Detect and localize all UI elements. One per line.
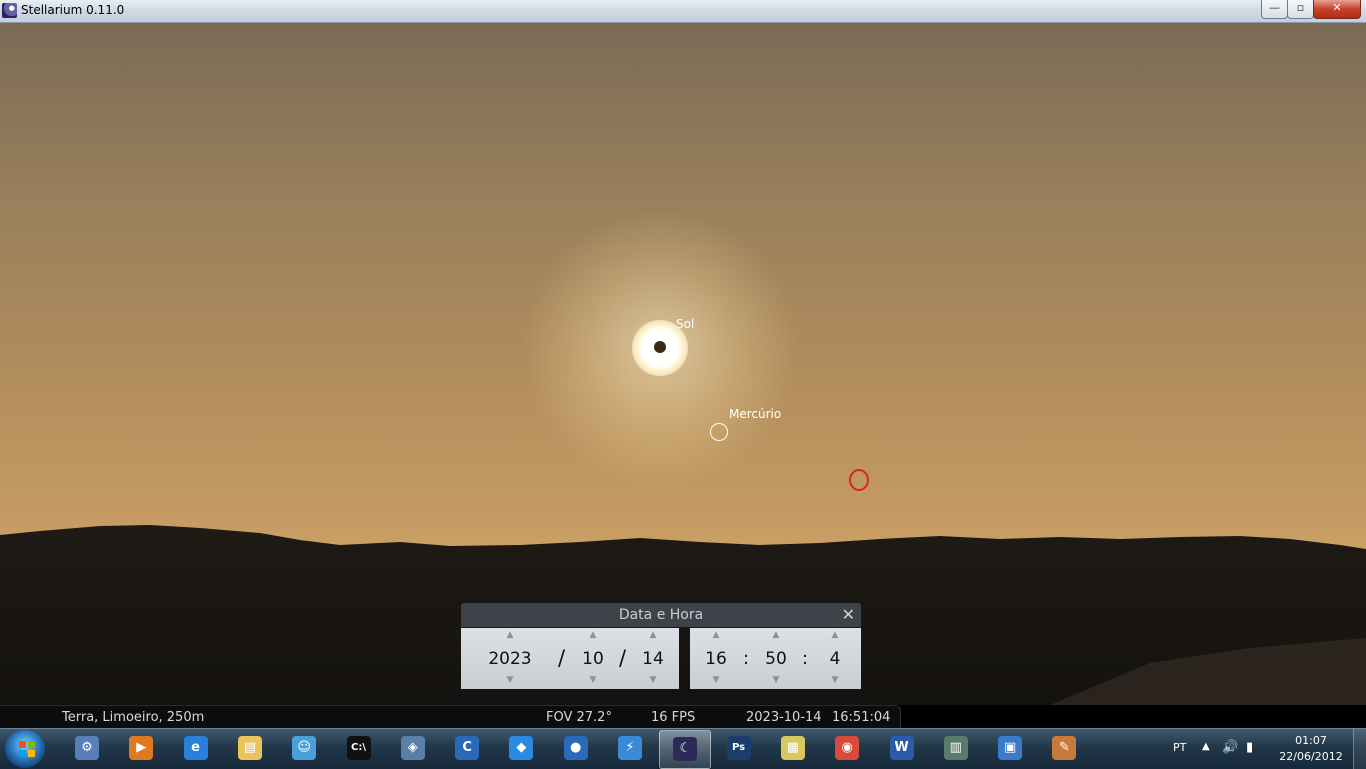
taskbar-button-virtualbox[interactable]: ◈ xyxy=(388,730,438,767)
clock-time[interactable]: 01:07 xyxy=(1280,734,1342,747)
hour-spinbox[interactable]: ▲ 16 ▼ xyxy=(698,628,734,689)
taskbar-button-command-prompt[interactable]: C:\ xyxy=(334,730,384,767)
year-spinbox[interactable]: ▲ 2023 ▼ xyxy=(478,628,542,689)
taskbar-button-task-manager[interactable]: ▥ xyxy=(931,730,981,767)
time-panel: ▲ 16 ▼ : ▲ 50 ▼ : ▲ 4 ▼ xyxy=(690,628,861,689)
second-value[interactable]: 4 xyxy=(817,649,853,669)
month-up-arrow[interactable]: ▲ xyxy=(575,630,611,640)
windows-logo-icon xyxy=(19,741,35,757)
power-icon[interactable]: ▮ xyxy=(1246,740,1253,755)
year-value[interactable]: 2023 xyxy=(478,649,542,669)
month-value[interactable]: 10 xyxy=(575,649,611,669)
file-explorer-icon: ▤ xyxy=(237,736,262,760)
taskbar-button-photoshop[interactable]: Ps xyxy=(714,730,764,767)
command-prompt-icon: C:\ xyxy=(346,736,371,760)
start-button[interactable] xyxy=(5,730,45,768)
fps-info: 16 FPS xyxy=(651,710,696,725)
hour-value[interactable]: 16 xyxy=(698,649,734,669)
hour-up-arrow[interactable]: ▲ xyxy=(698,630,734,640)
second-up-arrow[interactable]: ▲ xyxy=(817,630,853,640)
status-bar: Terra, Limoeiro, 250m FOV 27.2° 16 FPS 2… xyxy=(0,705,901,728)
photoshop-icon: Ps xyxy=(726,736,751,760)
internet-explorer-icon: e xyxy=(183,736,208,760)
ccleaner-icon: C xyxy=(455,736,480,760)
taskbar: ⚙ ▶ e ▤ ☺ C:\ ◈ C ◆ ● ⚡ ☾ Ps ▦ ◉ W ▥ ▣ ✎ PT ▲ 🔊 ▮ 01:07 22… xyxy=(0,728,1366,769)
taskbar-button-file-explorer[interactable]: ▤ xyxy=(225,730,275,767)
taskbar-button-internet-explorer[interactable]: e xyxy=(171,730,221,767)
minute-spinbox[interactable]: ▲ 50 ▼ xyxy=(758,628,794,689)
taskbar-button-word[interactable]: W xyxy=(877,730,927,767)
year-up-arrow[interactable]: ▲ xyxy=(478,630,542,640)
stellarium-app-icon[interactable] xyxy=(2,3,17,18)
maximize-button[interactable]: ▫ xyxy=(1287,0,1314,19)
minimize-button[interactable]: — xyxy=(1261,0,1288,19)
minute-up-arrow[interactable]: ▲ xyxy=(758,630,794,640)
paint-icon: ✎ xyxy=(1052,736,1077,760)
date-separator: / xyxy=(619,646,627,670)
time-separator: : xyxy=(802,648,809,669)
task-manager-icon: ▥ xyxy=(943,736,968,760)
day-down-arrow[interactable]: ▼ xyxy=(635,675,671,685)
year-down-arrow[interactable]: ▼ xyxy=(478,675,542,685)
month-spinbox[interactable]: ▲ 10 ▼ xyxy=(575,628,611,689)
fov-info: FOV 27.2° xyxy=(546,710,612,725)
word-icon: W xyxy=(889,736,914,760)
minute-value[interactable]: 50 xyxy=(758,649,794,669)
day-value[interactable]: 14 xyxy=(635,649,671,669)
taskbar-button-chrome[interactable]: ◉ xyxy=(822,730,872,767)
day-spinbox[interactable]: ▲ 14 ▼ xyxy=(635,628,671,689)
taskbar-button-ccleaner[interactable]: C xyxy=(442,730,492,767)
time-separator: : xyxy=(743,648,750,669)
dialog-close-button[interactable]: ✕ xyxy=(842,605,855,624)
day-up-arrow[interactable]: ▲ xyxy=(635,630,671,640)
stellarium-icon: ☾ xyxy=(673,737,698,761)
taskbar-button-control-panel[interactable]: ▣ xyxy=(985,730,1035,767)
dialog-title: Data e Hora xyxy=(618,607,704,623)
chrome-icon: ◉ xyxy=(835,736,860,760)
minute-down-arrow[interactable]: ▼ xyxy=(758,675,794,685)
taskbar-button-paint[interactable]: ✎ xyxy=(1039,730,1089,767)
month-down-arrow[interactable]: ▼ xyxy=(575,675,611,685)
date-separator: / xyxy=(558,646,566,670)
window-title: Stellarium 0.11.0 xyxy=(21,3,125,17)
hour-down-arrow[interactable]: ▼ xyxy=(698,675,734,685)
taskbar-button-dropbox[interactable]: ◆ xyxy=(496,730,546,767)
close-window-button[interactable]: ✕ xyxy=(1313,0,1361,19)
taskbar-button-media-player[interactable]: ▶ xyxy=(116,730,166,767)
taskbar-button-stellarium[interactable]: ☾ xyxy=(659,730,712,769)
sticky-notes-icon: ▦ xyxy=(780,736,805,760)
google-earth-icon: ● xyxy=(563,736,588,760)
second-down-arrow[interactable]: ▼ xyxy=(817,675,853,685)
language-indicator[interactable]: PT xyxy=(1173,741,1186,754)
taskbar-button-thunder[interactable]: ⚡ xyxy=(605,730,655,767)
messenger-icon: ☺ xyxy=(292,736,317,760)
volume-icon[interactable]: 🔊 xyxy=(1222,740,1238,755)
date-panel: ▲ 2023 ▼ / ▲ 10 ▼ / ▲ 14 ▼ xyxy=(461,628,679,689)
app-icon-1: ⚙ xyxy=(75,736,99,760)
thunder-icon: ⚡ xyxy=(618,736,642,760)
taskbar-button-messenger[interactable]: ☺ xyxy=(279,730,329,767)
date-time-dialog: Data e Hora ✕ ▲ 2023 ▼ / ▲ 10 ▼ / ▲ 14 ▼… xyxy=(461,603,861,689)
time-info: 16:51:04 xyxy=(832,710,891,725)
dropbox-icon: ◆ xyxy=(509,736,534,760)
dialog-header[interactable]: Data e Hora ✕ xyxy=(461,603,861,627)
media-player-icon: ▶ xyxy=(129,736,154,760)
title-bar: Stellarium 0.11.0 — ▫ ✕ xyxy=(0,0,1366,23)
control-panel-icon: ▣ xyxy=(998,736,1023,760)
show-desktop-button[interactable] xyxy=(1353,729,1366,769)
taskbar-button-app-icon-1[interactable]: ⚙ xyxy=(62,730,112,767)
taskbar-button-google-earth[interactable]: ● xyxy=(551,730,601,767)
show-hidden-icons-button[interactable]: ▲ xyxy=(1202,741,1210,752)
second-spinbox[interactable]: ▲ 4 ▼ xyxy=(817,628,853,689)
virtualbox-icon: ◈ xyxy=(400,736,425,760)
date-info: 2023-10-14 xyxy=(746,710,822,725)
clock-date[interactable]: 22/06/2012 xyxy=(1275,750,1347,763)
taskbar-button-sticky-notes[interactable]: ▦ xyxy=(768,730,818,767)
location-info: Terra, Limoeiro, 250m xyxy=(62,710,205,725)
